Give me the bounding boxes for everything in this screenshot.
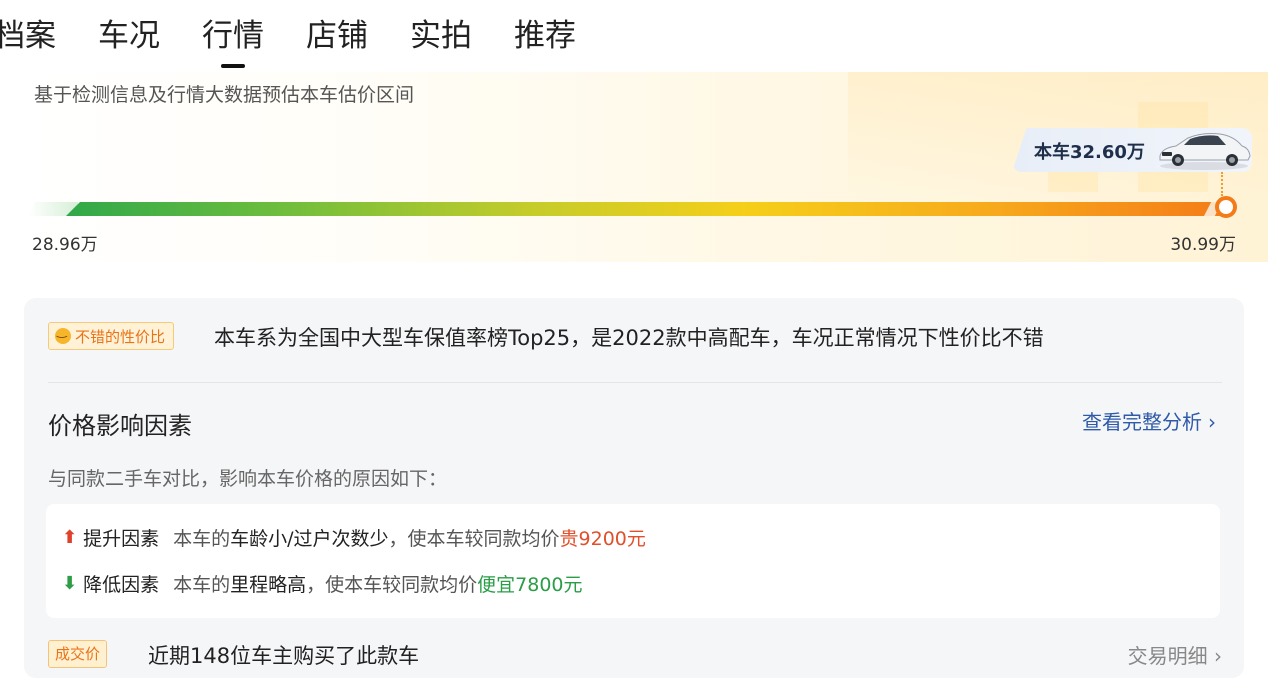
view-full-analysis-label: 查看完整分析 bbox=[1082, 410, 1202, 434]
factor-up-delta: 贵9200元 bbox=[559, 528, 646, 550]
range-high-label: 30.99万 bbox=[1170, 235, 1236, 255]
value-badge: 不错的性价比 bbox=[48, 322, 175, 350]
view-full-analysis-link[interactable]: 查看完整分析 › bbox=[1082, 406, 1216, 435]
car-price-label: 本车32.60万 bbox=[1034, 142, 1145, 163]
factor-up-prefix: 本车的 bbox=[173, 528, 231, 550]
car-price-marker bbox=[1215, 196, 1237, 218]
range-low-label: 28.96万 bbox=[32, 235, 98, 255]
factor-down-label: 降低因素 bbox=[83, 574, 160, 596]
factor-up-reason: 车龄小/过户次数少 bbox=[230, 528, 389, 550]
tab-archive[interactable]: 档案 bbox=[0, 14, 56, 58]
factors-box: ⬆ 提升因素 本车的 车龄小/过户次数少 ，使本车较同款均价 贵9200元 ⬇ … bbox=[46, 504, 1220, 618]
factor-up-row: ⬆ 提升因素 本车的 车龄小/过户次数少 ，使本车较同款均价 贵9200元 bbox=[62, 524, 646, 551]
price-gradient-bar bbox=[66, 202, 1234, 216]
tab-condition[interactable]: 车况 bbox=[98, 14, 160, 58]
price-pointer-line bbox=[1221, 172, 1235, 196]
chevron-right-icon: › bbox=[1208, 410, 1216, 434]
factor-up-mid: ，使本车较同款均价 bbox=[388, 528, 560, 550]
factor-down-reason: 里程略高 bbox=[230, 574, 307, 596]
deal-price-badge: 成交价 bbox=[48, 640, 108, 668]
deals-summary-text: 近期148位车主购买了此款车 bbox=[148, 644, 420, 668]
factors-subtitle: 与同款二手车对比，影响本车价格的原因如下： bbox=[48, 468, 448, 490]
factor-up-label: 提升因素 bbox=[83, 528, 160, 550]
value-badge-label: 不错的性价比 bbox=[75, 327, 166, 346]
factor-down-prefix: 本车的 bbox=[173, 574, 231, 596]
factors-title: 价格影响因素 bbox=[48, 412, 192, 440]
factor-down-delta: 便宜7800元 bbox=[477, 574, 583, 596]
tab-recommend[interactable]: 推荐 bbox=[514, 14, 576, 58]
tab-photos[interactable]: 实拍 bbox=[410, 14, 472, 58]
arrow-down-icon: ⬇ bbox=[62, 573, 78, 594]
tab-bar: 档案 车况 行情 店铺 实拍 推荐 bbox=[0, 14, 618, 58]
value-summary-text: 本车系为全国中大型车保值率榜Top25，是2022款中高配车，车况正常情况下性价… bbox=[214, 326, 1044, 350]
smile-icon bbox=[55, 324, 71, 344]
car-icon bbox=[1159, 133, 1251, 170]
tab-store[interactable]: 店铺 bbox=[306, 14, 368, 58]
arrow-up-icon: ⬆ bbox=[62, 527, 78, 548]
deals-row: 成交价 近期148位车主购买了此款车 交易明细 › bbox=[48, 640, 1222, 670]
estimate-subtitle: 基于检测信息及行情大数据预估本车估价区间 bbox=[34, 84, 415, 106]
tab-market[interactable]: 行情 bbox=[202, 14, 264, 58]
price-range-bar bbox=[28, 202, 1238, 216]
divider bbox=[48, 382, 1222, 383]
factor-down-mid: ，使本车较同款均价 bbox=[306, 574, 478, 596]
transaction-details-link[interactable]: 交易明细 › bbox=[1128, 640, 1222, 669]
factor-down-row: ⬇ 降低因素 本车的 里程略高 ，使本车较同款均价 便宜7800元 bbox=[62, 570, 583, 597]
